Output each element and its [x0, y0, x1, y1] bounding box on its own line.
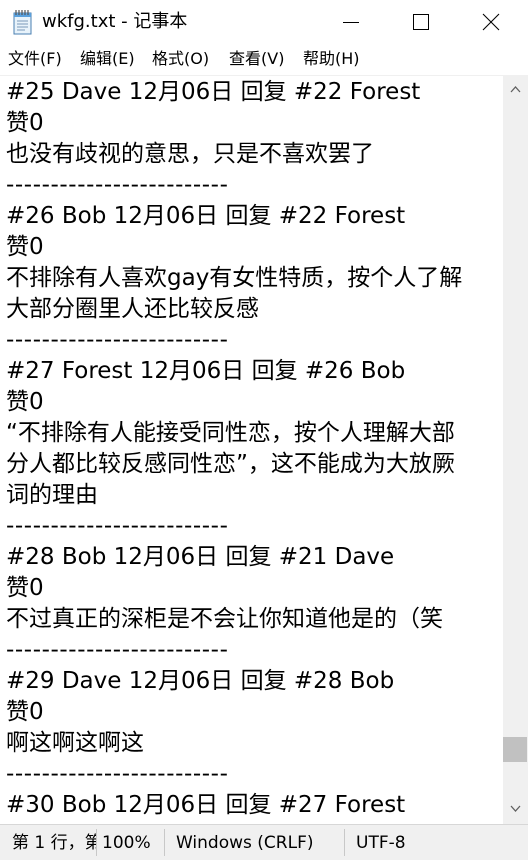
menu-file[interactable]: 文件(F): [8, 48, 62, 70]
text-line: 啊这啊这啊这: [6, 730, 144, 756]
text-line: 赞0: [6, 699, 44, 725]
separator-line: -------------------------: [6, 761, 229, 787]
menu-view[interactable]: 查看(V): [229, 48, 284, 70]
text-line: 大部分圈里人还比较反感: [6, 296, 259, 322]
line-ending: Windows (CRLF): [176, 833, 314, 853]
text-line: 也没有歧视的意思，只是不喜欢罢了: [6, 141, 374, 167]
text-line: 词的理由: [6, 482, 98, 508]
close-button[interactable]: [456, 0, 526, 44]
menu-edit[interactable]: 编辑(E): [80, 48, 135, 70]
separator-line: -------------------------: [6, 513, 229, 539]
text-line: 分人都比较反感同性恋”，这不能成为大放厥: [6, 451, 455, 477]
menu-format[interactable]: 格式(O): [152, 48, 209, 70]
text-line: 赞0: [6, 110, 44, 136]
text-line: #30 Bob 12月06日 回复 #27 Forest: [6, 792, 406, 818]
text-line: 赞0: [6, 389, 44, 415]
text-line: 赞0: [6, 575, 44, 601]
text-line: 赞0: [6, 234, 44, 260]
notepad-window: wkfg.txt - 记事本 文件(F) 编辑(E) 格式(O) 查看(V) 帮…: [0, 0, 528, 860]
minimize-button[interactable]: [316, 0, 386, 44]
notepad-icon: [13, 10, 32, 35]
title-bar[interactable]: wkfg.txt - 记事本: [0, 0, 528, 44]
status-bar: 第 1 行，第 100% Windows (CRLF) UTF-8: [0, 824, 528, 860]
vertical-scrollbar[interactable]: [503, 75, 528, 824]
zoom-level: 100%: [102, 833, 151, 853]
text-line: #27 Forest 12月06日 回复 #26 Bob: [6, 358, 406, 384]
text-line: 不排除有人喜欢gay有女性特质，按个人了解: [6, 265, 463, 291]
status-divider: [164, 829, 165, 856]
text-editor[interactable]: #25 Dave 12月06日 回复 #22 Forest 赞0 也没有歧视的意…: [0, 75, 504, 825]
window-title: wkfg.txt - 记事本: [42, 11, 188, 32]
text-line: #26 Bob 12月06日 回复 #22 Forest: [6, 203, 406, 229]
maximize-button[interactable]: [386, 0, 456, 44]
menu-bar: 文件(F) 编辑(E) 格式(O) 查看(V) 帮助(H): [0, 44, 528, 74]
text-line: #29 Dave 12月06日 回复 #28 Bob: [6, 668, 395, 694]
text-line: “不排除有人能接受同性恋，按个人理解大部: [6, 420, 455, 446]
menu-help[interactable]: 帮助(H): [303, 48, 360, 70]
separator-line: -------------------------: [6, 637, 229, 663]
separator-line: -------------------------: [6, 172, 229, 198]
scrollbar-thumb[interactable]: [503, 737, 527, 762]
minimize-icon: [343, 22, 359, 23]
text-line: #28 Bob 12月06日 回复 #21 Dave: [6, 544, 395, 570]
maximize-icon: [413, 14, 429, 30]
text-line: 不过真正的深柜是不会让你知道他是的（笑: [6, 606, 443, 632]
scroll-down-arrow-icon[interactable]: [510, 805, 521, 813]
status-divider: [344, 829, 345, 856]
encoding: UTF-8: [356, 833, 406, 853]
cursor-position: 第 1 行，第: [12, 833, 96, 853]
separator-line: -------------------------: [6, 327, 229, 353]
status-divider: [96, 829, 97, 856]
scroll-up-arrow-icon[interactable]: [510, 85, 521, 93]
text-line: #25 Dave 12月06日 回复 #22 Forest: [6, 79, 421, 105]
close-icon: [482, 13, 500, 31]
